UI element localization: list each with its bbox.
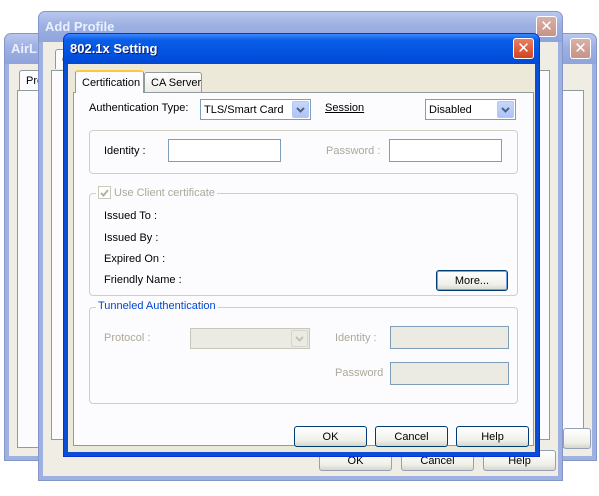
use-client-certificate-checkbox[interactable] <box>98 186 111 199</box>
password-input[interactable] <box>389 139 502 162</box>
client-certificate-legend: Use Client certificate <box>96 186 217 199</box>
session-label: Session <box>325 102 364 114</box>
identity-input[interactable] <box>168 139 281 162</box>
checkmark-icon <box>100 188 109 197</box>
chevron-down-icon[interactable] <box>497 101 514 118</box>
session-label-text: Session <box>325 102 365 114</box>
close-icon: ✕ <box>540 17 553 35</box>
airlink-title: AirLi <box>11 41 41 56</box>
tunneled-password-label: Password <box>335 367 384 379</box>
dot1x-client-area: Certification CA Server Authentication T… <box>68 64 535 452</box>
auth-type-select[interactable]: TLS/Smart Card <box>200 99 311 120</box>
add-profile-close-button[interactable]: ✕ <box>536 16 557 37</box>
tab-certification-label: Certification <box>82 76 141 89</box>
help-button[interactable]: Help <box>456 426 529 447</box>
use-client-certificate-label: Use Client certificate <box>114 186 215 199</box>
tunneled-authentication-group: Tunneled Authentication Protocol : Ident… <box>89 300 518 404</box>
tunneled-identity-input[interactable] <box>390 326 509 349</box>
dot1x-title-bar[interactable]: 802.1x Setting <box>64 34 539 64</box>
password-label: Password : <box>326 145 381 157</box>
protocol-select[interactable] <box>190 328 310 349</box>
ok-button[interactable]: OK <box>294 426 367 447</box>
tab-ca-server[interactable]: CA Server <box>144 72 202 93</box>
dot1x-close-button[interactable]: ✕ <box>513 38 534 59</box>
dot1x-setting-dialog: 802.1x Setting ✕ Certification CA Server… <box>63 33 540 457</box>
help-button-label: Help <box>481 430 504 443</box>
tab-certification[interactable]: Certification <box>75 70 144 93</box>
chevron-down-icon[interactable] <box>292 101 309 118</box>
issued-to-label: Issued To : <box>104 210 157 222</box>
credentials-group: Identity : Password : <box>89 130 518 174</box>
more-button-label: More... <box>454 274 490 287</box>
cancel-button[interactable]: Cancel <box>375 426 448 447</box>
identity-label: Identity : <box>104 145 146 157</box>
add-profile-title: Add Profile <box>45 19 115 34</box>
ok-button-label: OK <box>322 430 339 443</box>
issued-by-label: Issued By : <box>104 232 159 244</box>
tunneled-password-input[interactable] <box>390 362 509 385</box>
cancel-button-label: Cancel <box>394 430 429 443</box>
close-icon: ✕ <box>574 39 587 57</box>
certification-tab-panel: Authentication Type: TLS/Smart Card Sess… <box>73 92 534 446</box>
auth-type-label: Authentication Type: <box>89 102 189 114</box>
close-icon: ✕ <box>517 39 530 57</box>
tab-ca-server-label: CA Server <box>151 77 202 89</box>
protocol-label: Protocol : <box>104 332 151 344</box>
chevron-down-icon[interactable] <box>291 330 308 347</box>
auth-type-value: TLS/Smart Card <box>204 103 284 116</box>
expired-on-label: Expired On : <box>104 253 166 265</box>
tunneled-identity-label: Identity : <box>335 332 377 344</box>
session-value: Disabled <box>429 103 472 116</box>
more-button[interactable]: More... <box>436 270 508 291</box>
tunneled-authentication-legend: Tunneled Authentication <box>96 300 218 312</box>
session-select[interactable]: Disabled <box>425 99 516 120</box>
dot1x-title: 802.1x Setting <box>70 41 158 56</box>
friendly-name-label: Friendly Name : <box>104 274 182 286</box>
airlink-close-button[interactable]: ✕ <box>570 38 591 59</box>
airlink-button-right[interactable] <box>563 428 591 449</box>
client-certificate-group: Use Client certificate Issued To : Issue… <box>89 186 518 296</box>
